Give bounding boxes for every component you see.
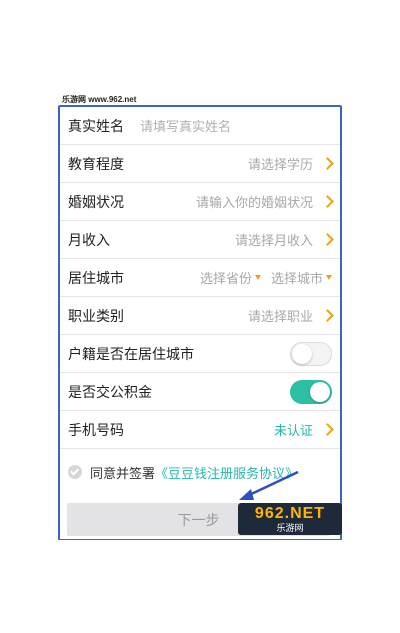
agreement-checkbox[interactable] (68, 465, 82, 479)
phone-verification-status: 未认证 (273, 423, 313, 438)
row-occupation[interactable]: 职业类别 请选择职业 (60, 297, 340, 335)
household-registration-toggle[interactable] (290, 341, 332, 366)
logo-main-text: 962.NET (254, 504, 326, 522)
agreement-row: 同意并签署 《豆豆钱注册服务协议》 (68, 462, 298, 482)
marital-status-placeholder: 请输入你的婚姻状况 (195, 195, 313, 210)
chevron-right-icon (321, 157, 334, 170)
caret-down-icon (254, 275, 261, 280)
education-label: 教育程度 (68, 155, 124, 172)
education-placeholder: 请选择学历 (247, 157, 313, 172)
chevron-right-icon (321, 423, 334, 436)
chevron-right-icon (321, 309, 334, 322)
household-registration-label: 户籍是否在居住城市 (68, 345, 194, 362)
site-logo: 962.NET 乐游网 (238, 503, 342, 535)
real-name-label: 真实姓名 (68, 117, 124, 134)
caret-down-icon (326, 275, 332, 280)
province-select[interactable]: 选择省份 (200, 268, 252, 287)
housing-fund-label: 是否交公积金 (68, 383, 152, 400)
toggle-knob (310, 381, 330, 402)
agreement-text: 同意并签署 (90, 465, 156, 481)
row-phone-number[interactable]: 手机号码 未认证 (60, 411, 340, 449)
occupation-placeholder: 请选择职业 (247, 309, 313, 324)
occupation-label: 职业类别 (68, 307, 124, 324)
logo-sub-text: 乐游网 (276, 522, 304, 533)
row-marital-status[interactable]: 婚姻状况 请输入你的婚姻状况 (60, 183, 340, 221)
row-household-registration: 户籍是否在居住城市 (60, 335, 340, 373)
monthly-income-label: 月收入 (68, 231, 110, 248)
row-residence-city: 居住城市 选择省份 选择城市 (60, 259, 340, 297)
agreement-link[interactable]: 《豆豆钱注册服务协议》 (155, 463, 298, 482)
chevron-right-icon (321, 195, 334, 208)
phone-number-label: 手机号码 (68, 421, 124, 438)
real-name-input[interactable]: 请填写真实姓名 (140, 107, 231, 144)
chevron-right-icon (321, 233, 334, 246)
toggle-knob (292, 343, 312, 364)
row-housing-fund: 是否交公积金 (60, 373, 340, 411)
row-monthly-income[interactable]: 月收入 请选择月收入 (60, 221, 340, 259)
monthly-income-placeholder: 请选择月收入 (234, 233, 313, 248)
row-education[interactable]: 教育程度 请选择学历 (60, 145, 340, 183)
residence-city-label: 居住城市 (68, 269, 124, 286)
housing-fund-toggle[interactable] (290, 379, 332, 404)
marital-status-label: 婚姻状况 (68, 193, 124, 210)
row-real-name: 真实姓名 请填写真实姓名 (60, 107, 340, 145)
city-select[interactable]: 选择城市 (271, 268, 323, 287)
